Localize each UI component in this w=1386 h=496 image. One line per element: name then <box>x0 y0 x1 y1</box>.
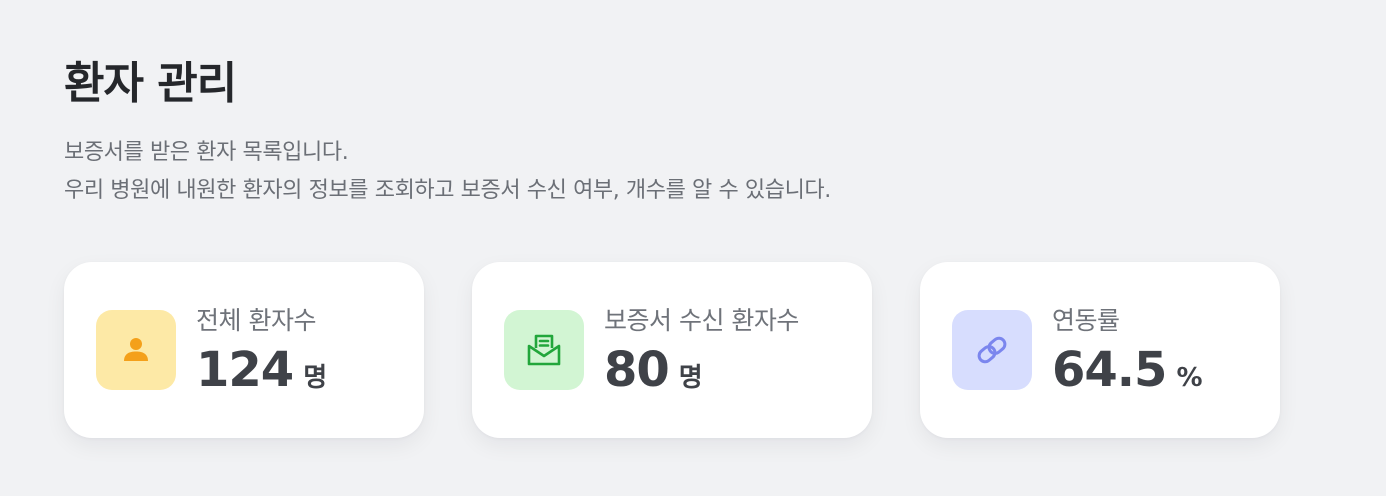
patient-management-page: 환자 관리 보증서를 받은 환자 목록입니다. 우리 병원에 내원한 환자의 정… <box>0 0 1386 496</box>
page-title: 환자 관리 <box>64 58 237 109</box>
stat-unit: 명 <box>303 363 328 393</box>
stat-value: 64.5 <box>1052 342 1167 398</box>
description-line-2: 우리 병원에 내원한 환자의 정보를 조회하고 보증서 수신 여부, 개수를 알… <box>64 178 831 203</box>
description-line-1: 보증서를 받은 환자 목록입니다. <box>64 140 349 165</box>
link-icon <box>977 336 1007 364</box>
stat-icon-container <box>952 310 1032 390</box>
stat-label: 전체 환자수 <box>196 306 316 335</box>
person-icon <box>124 338 148 361</box>
stat-icon-container <box>504 310 584 390</box>
stat-card-total-patients: 전체 환자수 124 명 <box>64 262 424 438</box>
stat-value-row: 80 명 <box>604 340 703 400</box>
stat-icon-container <box>96 310 176 390</box>
stat-value-row: 64.5 % <box>1052 340 1203 400</box>
stat-value-row: 124 명 <box>196 340 327 400</box>
stat-unit: 명 <box>678 363 703 393</box>
page-description: 보증서를 받은 환자 목록입니다. 우리 병원에 내원한 환자의 정보를 조회하… <box>64 134 1386 210</box>
stats-cards: 전체 환자수 124 명 보증서 수신 환자수 80 명 연동률 64.5 % <box>64 262 1324 438</box>
stat-card-warranty-received: 보증서 수신 환자수 80 명 <box>472 262 872 438</box>
stat-value: 124 <box>196 342 294 398</box>
stat-value: 80 <box>604 342 670 398</box>
stat-unit: % <box>1176 363 1203 393</box>
stat-card-link-rate: 연동률 64.5 % <box>920 262 1280 438</box>
mail-document-icon <box>527 334 561 366</box>
stat-label: 연동률 <box>1052 306 1120 335</box>
stat-label: 보증서 수신 환자수 <box>604 306 799 335</box>
